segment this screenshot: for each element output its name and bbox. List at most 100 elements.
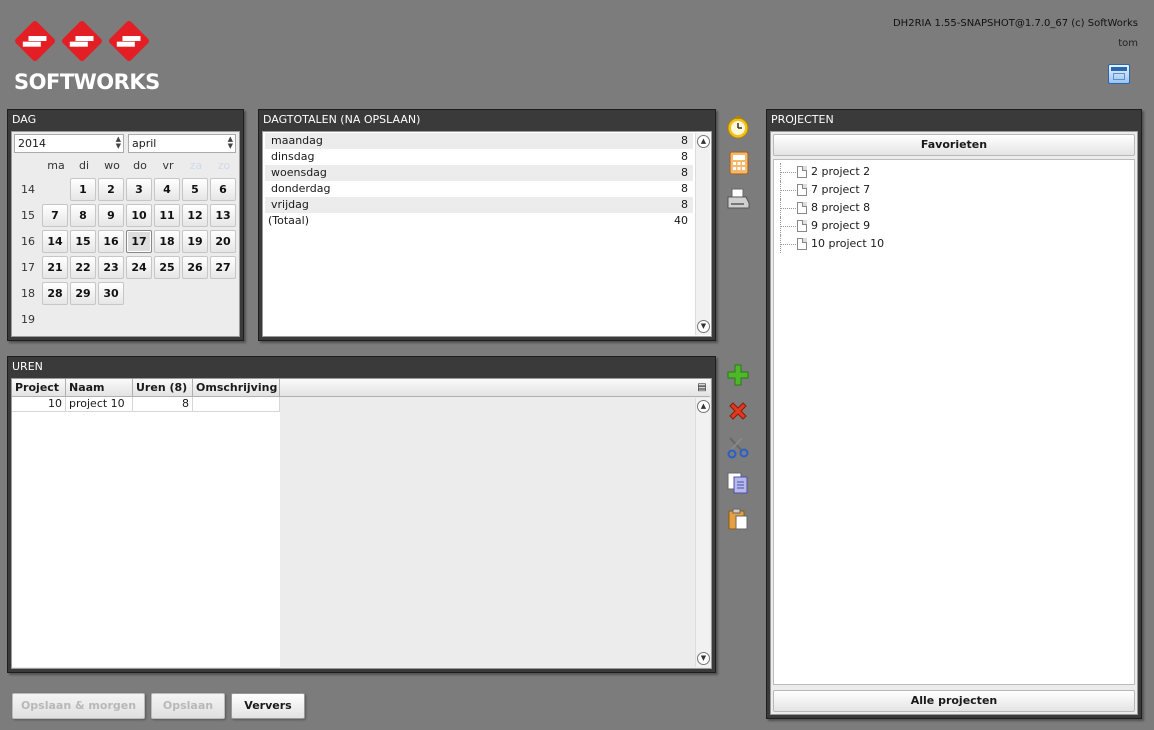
calendar-day-button[interactable]: 9 — [98, 203, 124, 227]
dagtotaal-value: 8 — [681, 166, 688, 179]
calendar-week-row: 16 14 15 16 17 18 19 20 — [14, 228, 238, 254]
grid-header: Project Naam Uren (8) Omschrijving — [12, 379, 694, 397]
dagtotalen-title: DAGTOTALEN (NA OPSLAAN) — [263, 113, 421, 126]
grid-body: 10 project 10 8 — [12, 397, 694, 667]
week-number: 19 — [21, 312, 35, 326]
table-cell[interactable]: 10 — [12, 397, 66, 411]
calendar-day-button[interactable]: 28 — [42, 281, 68, 305]
calendar-day-button[interactable]: 2 — [98, 177, 124, 201]
calendar-day-button[interactable]: 14 — [42, 229, 68, 253]
calendar-day-button[interactable]: 24 — [126, 255, 152, 279]
calendar-day-button[interactable]: 22 — [70, 255, 96, 279]
calendar-day-button[interactable]: 4 — [154, 177, 180, 201]
calendar-week-row: 15 7 8 9 10 11 12 13 — [14, 202, 238, 228]
printer-icon[interactable] — [726, 187, 750, 211]
save-and-tomorrow-button[interactable]: Opslaan & morgen — [12, 693, 145, 719]
project-tree-item[interactable]: 2 project 2 — [774, 163, 1134, 181]
year-value: 2014 — [18, 137, 46, 150]
column-header[interactable]: Project — [12, 379, 66, 397]
all-projects-button[interactable]: Alle projecten — [773, 690, 1135, 712]
scroll-down-icon[interactable]: ▼ — [697, 652, 710, 665]
favorites-button[interactable]: Favorieten — [773, 134, 1135, 156]
calendar-day-button[interactable]: 1 — [70, 177, 96, 201]
project-label: 9 project 9 — [811, 219, 871, 232]
dagtotaal-value: 8 — [681, 198, 688, 211]
calendar-day-button[interactable]: 8 — [70, 203, 96, 227]
dagtotaal-value: 8 — [681, 182, 688, 195]
weekday-label: zo — [217, 159, 231, 172]
softworks-logo: SOFTWORKS — [13, 19, 164, 94]
calendar-grid: ma di wo do vr za zo 14 1 2 3 4 5 6 15 7 8 9 10 11 12 13 16 14… — [14, 156, 238, 332]
add-icon[interactable] — [726, 363, 750, 387]
column-header[interactable]: Uren (8) — [133, 379, 193, 397]
calendar-day-button[interactable]: 26 — [182, 255, 208, 279]
calendar-day-button[interactable]: 29 — [70, 281, 96, 305]
calendar-day-button[interactable]: 21 — [42, 255, 68, 279]
paste-icon[interactable] — [726, 507, 750, 531]
week-number: 14 — [21, 182, 35, 196]
projecten-panel: PROJECTEN Favorieten 2 project 2 7 projec… — [766, 109, 1142, 719]
table-cell[interactable]: 8 — [133, 397, 193, 411]
column-menu-icon[interactable]: ▤ — [694, 379, 710, 397]
dagtotaal-row: vrijdag 8 — [265, 197, 693, 213]
column-header[interactable]: Omschrijving — [193, 379, 280, 397]
delete-icon[interactable] — [726, 399, 750, 423]
spinner-arrows-icon[interactable]: ▲ ▼ — [116, 136, 121, 150]
table-cell[interactable] — [193, 397, 280, 411]
week-number: 16 — [21, 234, 35, 248]
calendar-day-button[interactable]: 17 — [126, 229, 152, 253]
calendar-day-button[interactable]: 6 — [210, 177, 236, 201]
calendar-week-row: 14 1 2 3 4 5 6 — [14, 176, 238, 202]
scrollbar[interactable]: ▲ ▼ — [695, 133, 710, 335]
calendar-day-button[interactable]: 11 — [154, 203, 180, 227]
copy-icon[interactable] — [726, 471, 750, 495]
document-icon — [797, 166, 807, 178]
scroll-up-icon[interactable]: ▲ — [697, 135, 710, 148]
calendar-day-button[interactable]: 12 — [182, 203, 208, 227]
calendar-day-button[interactable]: 19 — [182, 229, 208, 253]
calendar-day-button[interactable]: 13 — [210, 203, 236, 227]
project-label: 10 project 10 — [811, 237, 885, 250]
project-tree-item[interactable]: 8 project 8 — [774, 199, 1134, 217]
calculator-icon[interactable] — [727, 151, 751, 175]
calendar-day-button[interactable]: 5 — [182, 177, 208, 201]
calendar-day-button[interactable]: 23 — [98, 255, 124, 279]
table-cell[interactable]: project 10 — [66, 397, 133, 411]
calendar-day-button[interactable]: 15 — [70, 229, 96, 253]
project-tree-item[interactable]: 9 project 9 — [774, 217, 1134, 235]
refresh-button[interactable]: Ververs — [231, 693, 305, 719]
document-icon — [797, 202, 807, 214]
scroll-down-icon[interactable]: ▼ — [697, 320, 710, 333]
weekday-label: ma — [47, 159, 65, 172]
spinner-arrows-icon[interactable]: ▲ ▼ — [228, 136, 233, 150]
project-tree-item[interactable]: 10 project 10 — [774, 235, 1134, 253]
project-label: 8 project 8 — [811, 201, 871, 214]
calendar-day-button[interactable]: 30 — [98, 281, 124, 305]
week-number: 17 — [21, 260, 35, 274]
stopwatch-icon[interactable] — [726, 115, 750, 139]
calendar-day-button[interactable]: 7 — [42, 203, 68, 227]
year-spinner[interactable]: 2014 ▲ ▼ — [14, 134, 124, 153]
user-label: tom — [1118, 38, 1138, 49]
scissors-icon[interactable] — [726, 435, 750, 459]
calendar-day-button[interactable]: 25 — [154, 255, 180, 279]
project-tree-item[interactable]: 7 project 7 — [774, 181, 1134, 199]
document-icon — [797, 184, 807, 196]
window-icon[interactable] — [1108, 64, 1130, 84]
column-header[interactable]: Naam — [66, 379, 133, 397]
table-row[interactable]: 10 project 10 8 — [12, 397, 280, 412]
calendar-day-button[interactable]: 20 — [210, 229, 236, 253]
calendar-day-button[interactable]: 18 — [154, 229, 180, 253]
calendar-day-button[interactable]: 16 — [98, 229, 124, 253]
dagtotalen-list: maandag 8 dinsdag 8 woensdag 8 donderdag 8 vrijd… — [265, 133, 693, 335]
dagtotaal-row: woensdag 8 — [265, 165, 693, 181]
calendar-day-button[interactable]: 10 — [126, 203, 152, 227]
month-spinner[interactable]: april ▲ ▼ — [128, 134, 236, 153]
scroll-up-icon[interactable]: ▲ — [697, 400, 710, 413]
weekday-label: do — [133, 159, 147, 172]
save-button[interactable]: Opslaan — [151, 693, 225, 719]
dagtotaal-value: 40 — [674, 214, 688, 227]
scrollbar[interactable]: ▲ ▼ — [695, 398, 710, 667]
calendar-day-button[interactable]: 3 — [126, 177, 152, 201]
calendar-day-button[interactable]: 27 — [210, 255, 236, 279]
